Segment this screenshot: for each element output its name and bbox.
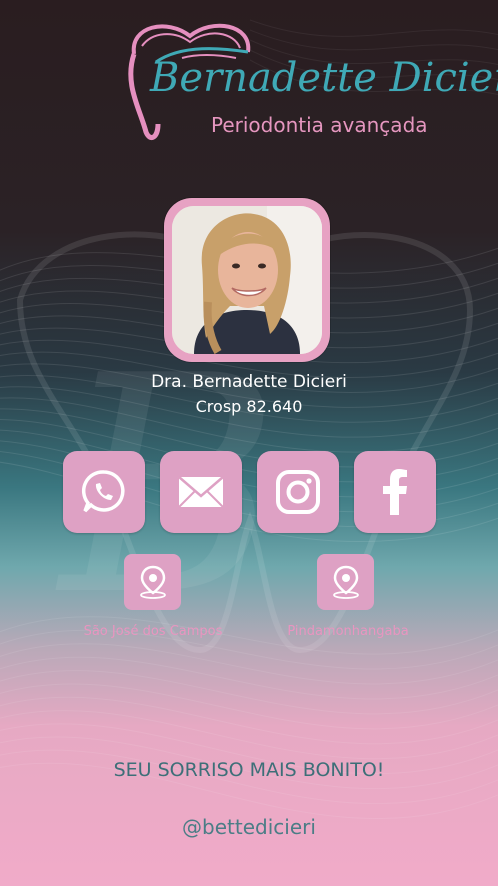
location-pinda-button[interactable] (317, 554, 374, 610)
email-icon (178, 476, 224, 508)
brand-subtitle: Periodontia avançada (211, 113, 428, 137)
location-pin-icon (139, 565, 166, 599)
location-label-pinda[interactable]: Pindamonhangaba (270, 624, 426, 639)
facebook-button[interactable] (354, 451, 436, 533)
location-pin-icon (332, 565, 359, 599)
facebook-icon (383, 469, 407, 515)
instagram-handle-link[interactable]: @bettedicieri (0, 815, 498, 839)
profile-photo (172, 206, 322, 354)
profile-card-page: B Bernadette Dicieri Periodontia avançad… (0, 0, 498, 886)
doctor-name: Dra. Bernadette Dicieri (151, 372, 347, 392)
profile-photo-frame (164, 198, 330, 362)
instagram-button[interactable] (257, 451, 339, 533)
email-button[interactable] (160, 451, 242, 533)
slogan: SEU SORRISO MAIS BONITO! (113, 759, 385, 781)
brand-name: Bernadette Dicieri (150, 55, 498, 101)
location-sjc-button[interactable] (124, 554, 181, 610)
doctor-registration: Crosp 82.640 (195, 397, 303, 416)
location-label-sjc[interactable]: São José dos Campos (70, 624, 236, 639)
instagram-icon (276, 470, 320, 514)
whatsapp-button[interactable] (63, 451, 145, 533)
whatsapp-icon (81, 470, 125, 513)
